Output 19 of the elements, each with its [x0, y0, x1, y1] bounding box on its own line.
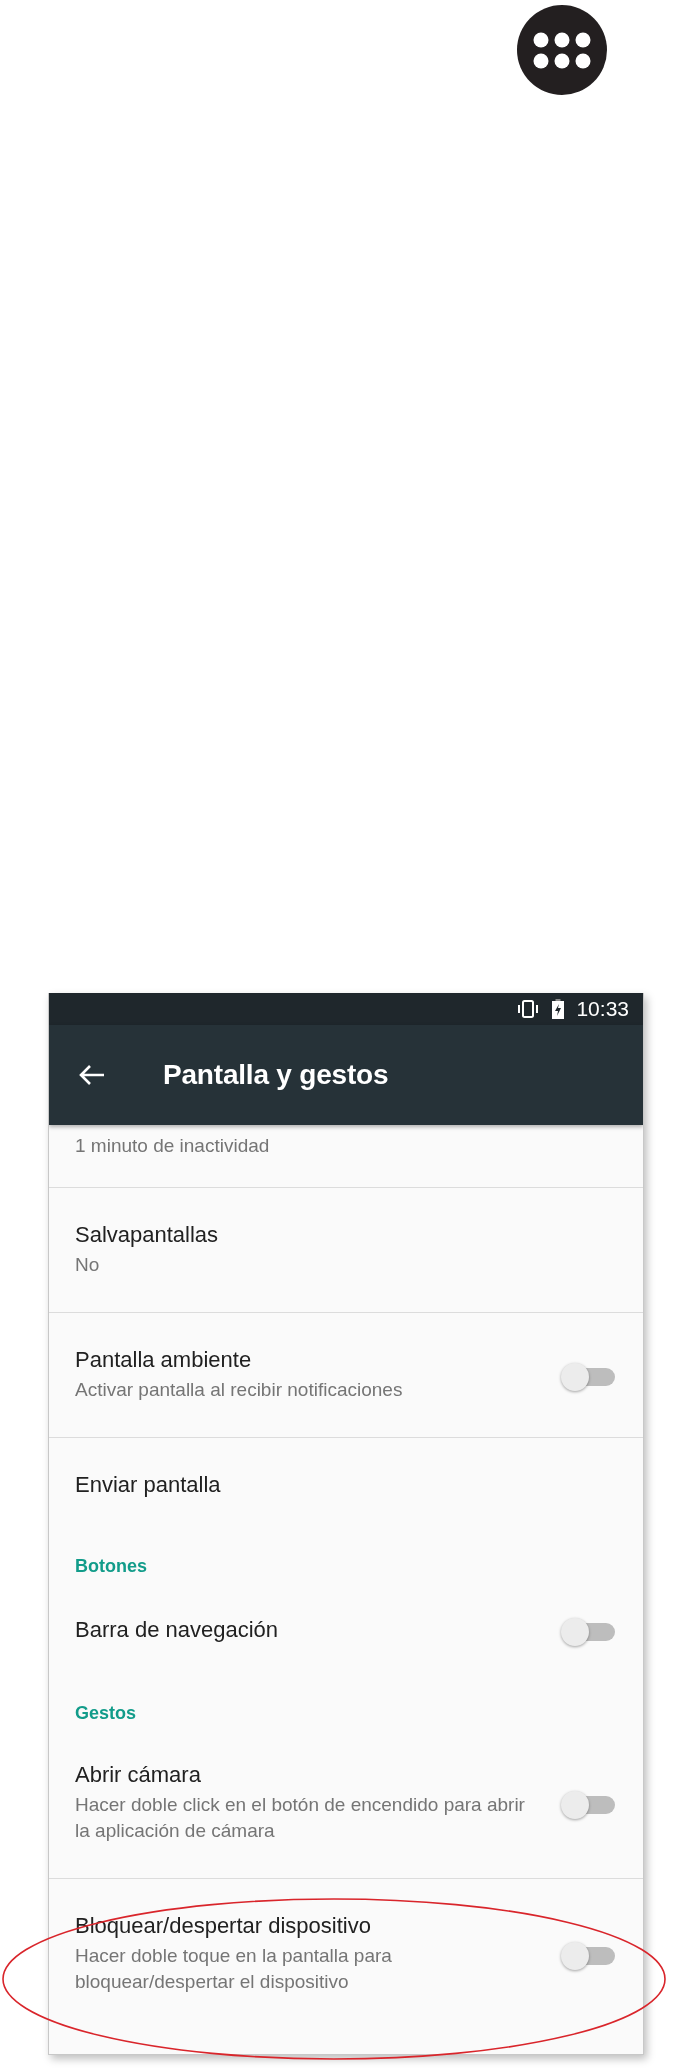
setting-summary: Activar pantalla al recibir notificaciones [75, 1378, 403, 1402]
setting-summary: Hacer doble toque en la pantalla para bloquear/despertar el dispositivo [75, 1944, 393, 1994]
screen-title: Pantalla y gestos [163, 1059, 389, 1091]
setting-title[interactable]: Salvapantallas [75, 1222, 219, 1248]
setting-title[interactable]: Bloquear/despertar dispositivo [75, 1913, 371, 1939]
section-header: Botones [75, 1556, 147, 1576]
setting-title[interactable]: Abrir cámara [75, 1762, 201, 1788]
status-time: 10:33 [576, 997, 629, 1021]
setting-summary: No [75, 1253, 100, 1277]
section-header: Gestos [75, 1703, 137, 1723]
setting-summary: Hacer doble click en el botón de encendido para abrir la aplicación de cámara [75, 1793, 526, 1843]
setting-summary: 1 minuto de inactividad [75, 1134, 270, 1158]
setting-title[interactable]: Pantalla ambiente [75, 1347, 252, 1373]
apps-grid-icon[interactable] [517, 5, 607, 95]
battery-charging-icon [552, 999, 565, 1019]
setting-title[interactable]: Enviar pantalla [75, 1472, 221, 1498]
vibrate-icon [516, 1000, 541, 1018]
back-arrow-icon[interactable] [79, 1064, 105, 1086]
setting-title[interactable]: Barra de navegación [75, 1617, 279, 1643]
